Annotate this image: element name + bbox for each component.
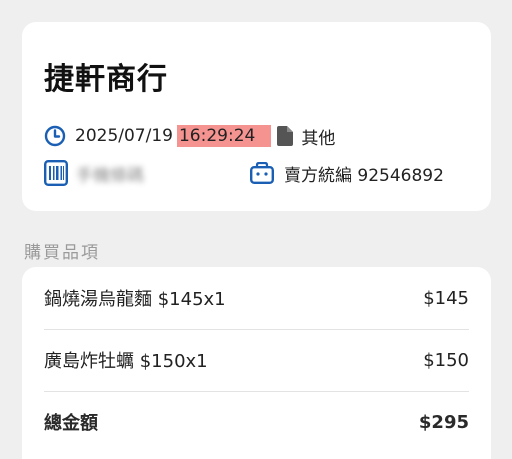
store-card: 捷軒商行 2025/07/19 16:29:24 其他 手機條碼 賣方統編 92…	[22, 22, 491, 211]
shop-icon	[250, 162, 274, 184]
list-item: 鍋燒湯烏龍麵 $145x1 $145	[22, 267, 491, 329]
invoice-carrier: 手機條碼	[76, 165, 144, 186]
item-amount: $145	[423, 287, 469, 309]
total-row: 總金額 $295	[22, 391, 491, 453]
item-name: 鍋燒湯烏龍麵 $145x1	[44, 289, 226, 310]
invoice-date: 2025/07/19	[75, 126, 173, 146]
invoice-time: 16:29:24	[176, 125, 272, 147]
item-name: 廣島炸牡蠣 $150x1	[44, 351, 208, 372]
items-card: 鍋燒湯烏龍麵 $145x1 $145 廣島炸牡蠣 $150x1 $150 總金額…	[22, 267, 491, 459]
invoice-type: 其他	[301, 128, 336, 149]
barcode-icon	[44, 160, 68, 186]
total-label: 總金額	[44, 413, 98, 434]
invoice-datetime-row: 2025/07/19 16:29:24 其他	[44, 123, 335, 149]
store-name: 捷軒商行	[44, 62, 168, 97]
clock-icon	[44, 125, 66, 147]
file-icon	[277, 126, 294, 146]
list-item: 廣島炸牡蠣 $150x1 $150	[22, 329, 491, 391]
item-amount: $150	[423, 349, 469, 371]
total-amount: $295	[418, 411, 469, 433]
items-section-label: 購買品項	[24, 243, 100, 263]
invoice-carrier-row: 手機條碼 賣方統編 92546892	[44, 159, 444, 187]
seller-tax-id: 賣方統編 92546892	[284, 165, 444, 186]
